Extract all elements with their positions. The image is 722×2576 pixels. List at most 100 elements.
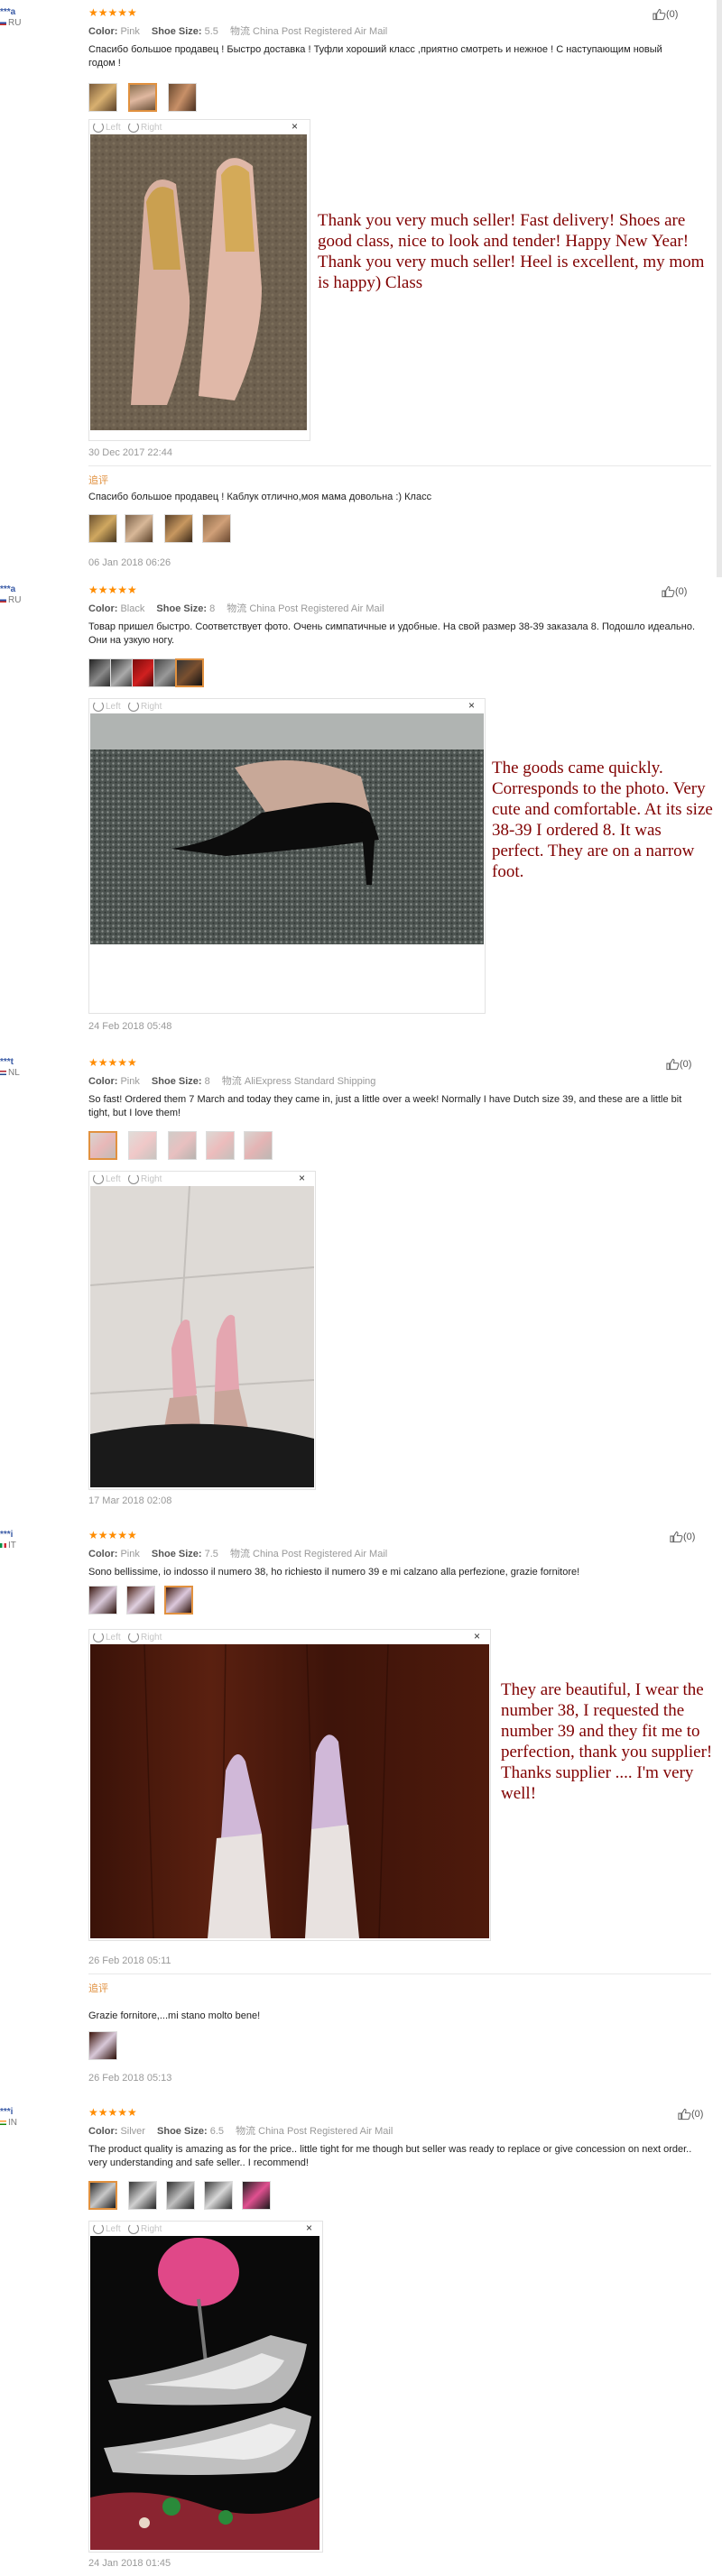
like-button[interactable]: (0)	[670, 1530, 695, 1544]
star-rating: ★★★★★	[88, 6, 137, 19]
review-meta: Color: Pink Shoe Size: 7.5 物流 China Post…	[88, 1549, 388, 1559]
reviewer-name[interactable]: ***a	[0, 7, 21, 18]
photo-thumbnail[interactable]	[204, 2181, 233, 2210]
reviewer-name[interactable]: ***a	[0, 584, 21, 595]
photo-viewer: Left Right ×	[88, 1171, 316, 1490]
star-rating: ★★★★★	[88, 2106, 137, 2119]
translation-caption: The goods came quickly. Corresponds to t…	[492, 759, 713, 881]
close-viewer-button[interactable]: ×	[468, 699, 475, 712]
reviewer-info: ***a RU	[0, 584, 21, 606]
star-rating: ★★★★★	[88, 1056, 137, 1069]
shipping-method: China Post Registered Air Mail	[253, 26, 388, 37]
rotate-left-button[interactable]: Left	[93, 701, 121, 713]
photo-thumbnail[interactable]	[202, 514, 231, 543]
close-viewer-button[interactable]: ×	[474, 1630, 480, 1642]
review-item: ***i IN ★★★★★ (0) Color: Silver Shoe Siz…	[0, 2107, 722, 2576]
photo-thumbnail[interactable]	[125, 514, 153, 543]
review-photo[interactable]	[90, 1644, 489, 1938]
thumbs-up-icon	[662, 585, 675, 598]
rotate-left-button[interactable]: Left	[93, 1173, 121, 1185]
close-viewer-button[interactable]: ×	[292, 120, 298, 133]
rotate-right-button[interactable]: Right	[128, 1632, 162, 1643]
photo-thumbnail[interactable]	[88, 514, 117, 543]
like-button[interactable]: (0)	[678, 2107, 703, 2121]
review-text: So fast! Ordered them 7 March and today …	[88, 1094, 682, 1118]
rotate-right-button[interactable]: Right	[128, 122, 162, 133]
photo-thumbnail[interactable]	[164, 514, 193, 543]
reviewer-info: ***i IN	[0, 2107, 17, 2129]
photo-thumbnail[interactable]	[88, 1131, 117, 1160]
photo-thumbnail[interactable]	[88, 2031, 117, 2060]
color-value: Pink	[120, 26, 140, 37]
photo-thumbnail[interactable]	[166, 2181, 195, 2210]
review-photo[interactable]	[90, 134, 307, 430]
photo-thumbnail[interactable]	[88, 83, 117, 112]
flag-icon	[0, 1542, 6, 1548]
photo-thumbnail[interactable]	[168, 83, 197, 112]
close-viewer-button[interactable]: ×	[299, 1172, 305, 1184]
translation-caption: They are beautiful, I wear the number 38…	[501, 1680, 713, 1803]
like-button[interactable]: (0)	[662, 584, 687, 599]
flag-icon	[0, 597, 6, 603]
review-photo[interactable]	[90, 1186, 314, 1487]
reviewer-name[interactable]: ***i	[0, 2107, 17, 2118]
like-count: (0)	[666, 9, 679, 20]
photo-thumbnail[interactable]	[206, 1131, 235, 1160]
review-meta: Color: Pink Shoe Size: 5.5 物流 China Post…	[88, 26, 388, 37]
rotate-right-button[interactable]: Right	[128, 1173, 162, 1185]
logistics-label: 物流	[229, 26, 250, 37]
thumbs-up-icon	[666, 1058, 680, 1071]
color-value: Pink	[120, 1549, 140, 1559]
like-button[interactable]: (0)	[666, 1057, 691, 1072]
pink-pumps-photo	[90, 134, 307, 430]
append-date: 26 Feb 2018 05:13	[88, 2073, 172, 2084]
divider	[88, 465, 711, 466]
viewer-toolbar: Left Right	[93, 122, 162, 134]
review-photo[interactable]	[90, 713, 484, 944]
photo-thumbnail[interactable]	[88, 1586, 117, 1615]
viewer-toolbar: Left Right	[93, 1173, 162, 1186]
logistics-label: 物流	[229, 1549, 250, 1559]
rotate-right-icon	[128, 2223, 140, 2235]
review-date: 17 Mar 2018 02:08	[88, 1495, 172, 1506]
rotate-left-button[interactable]: Left	[93, 1632, 121, 1643]
reviewer-name[interactable]: ***i	[0, 1530, 16, 1541]
append-label: 追评	[88, 475, 108, 486]
rotate-left-button[interactable]: Left	[93, 122, 121, 133]
photo-thumbnail[interactable]	[242, 2181, 271, 2210]
star-rating: ★★★★★	[88, 1529, 137, 1541]
rotate-left-button[interactable]: Left	[93, 2223, 121, 2235]
photo-viewer: Left Right ×	[88, 2221, 323, 2553]
rotate-right-icon	[128, 1173, 140, 1185]
append-text: Спасибо большое продавец ! Каблук отличн…	[88, 492, 432, 502]
size-value: 8	[209, 603, 216, 614]
review-photo[interactable]	[90, 2236, 319, 2550]
photo-thumbnail[interactable]	[164, 1586, 193, 1615]
thumbs-up-icon	[653, 8, 666, 21]
photo-viewer: Left Right ×	[88, 1629, 491, 1941]
photo-thumbnail[interactable]	[244, 1131, 273, 1160]
rotate-right-button[interactable]: Right	[128, 2223, 162, 2235]
size-value: 6.5	[209, 2126, 225, 2137]
photo-thumbnail[interactable]	[128, 83, 157, 112]
photo-thumbnail[interactable]	[88, 2181, 117, 2210]
rotate-right-icon	[128, 1632, 140, 1643]
photo-thumbnail[interactable]	[175, 658, 204, 687]
review-item: ***t NL ★★★★★ (0) Color: Pink Shoe Size:…	[0, 1057, 722, 1517]
star-rating: ★★★★★	[88, 584, 137, 596]
reviewer-country: RU	[0, 595, 21, 606]
photo-thumbnail[interactable]	[128, 1131, 157, 1160]
review-text: Спасибо большое продавец ! Быстро достав…	[88, 44, 662, 69]
shipping-method: China Post Registered Air Mail	[249, 603, 384, 614]
photo-thumbnail[interactable]	[126, 1586, 155, 1615]
viewer-toolbar: Left Right	[93, 701, 162, 713]
close-viewer-button[interactable]: ×	[306, 2222, 312, 2234]
photo-thumbnail[interactable]	[128, 2181, 157, 2210]
photo-thumbnail[interactable]	[168, 1131, 197, 1160]
rotate-right-button[interactable]: Right	[128, 701, 162, 713]
review-date: 24 Jan 2018 01:45	[88, 2558, 171, 2569]
reviewer-name[interactable]: ***t	[0, 1057, 20, 1068]
like-button[interactable]: (0)	[653, 7, 678, 22]
black-pump-photo	[90, 713, 484, 944]
like-count: (0)	[680, 1059, 692, 1070]
